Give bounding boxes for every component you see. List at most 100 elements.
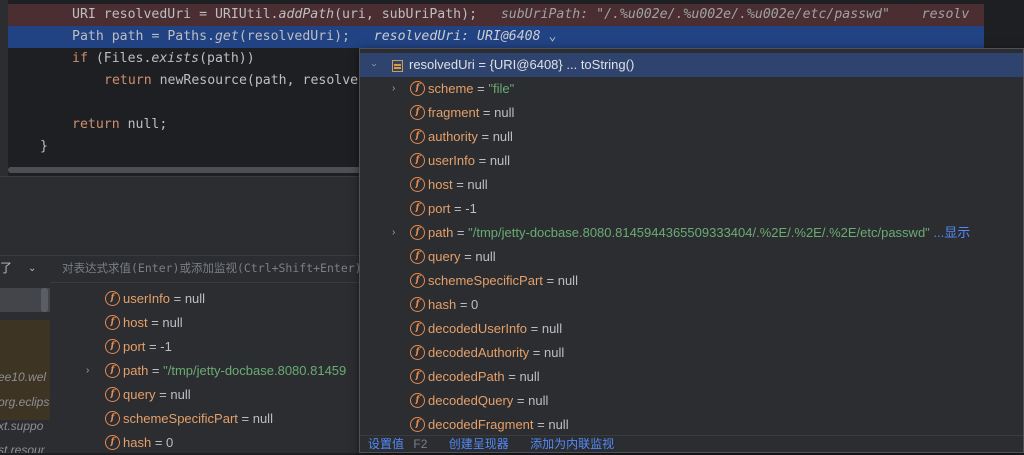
field-icon: f: [105, 435, 120, 450]
class-token: Paths.: [167, 29, 215, 44]
popup-field-row[interactable]: f port = -1: [360, 197, 1023, 221]
chevron-down-icon[interactable]: ›: [362, 63, 386, 66]
field-value: null: [467, 177, 488, 192]
frames-dropdown[interactable]: 了 ⌄: [0, 256, 50, 281]
popup-field-row[interactable]: f fragment = null: [360, 101, 1023, 125]
method-token: exists: [151, 51, 200, 66]
chevron-right-icon[interactable]: ›: [392, 77, 395, 101]
popup-field-row[interactable]: › f path = "/tmp/jetty-docbase.8080.814594…: [360, 221, 1023, 245]
var-token: resolvedUri: [103, 7, 192, 22]
field-name: port: [428, 201, 451, 216]
field-value: null: [475, 249, 496, 264]
value-inspector-popup[interactable]: › resolvedUri = {URI@6408} ... toString(…: [359, 48, 1024, 453]
field-icon: f: [410, 249, 425, 264]
frame-item[interactable]: org.eclips: [0, 395, 49, 409]
frames-list[interactable]: ee10.wel org.eclips xt.suppo st.resour: [0, 282, 50, 453]
field-name: decodedFragment: [428, 417, 534, 432]
field-name: path: [428, 225, 454, 240]
popup-field-row[interactable]: f decodedUserInfo = null: [360, 317, 1023, 341]
code-line-path-current[interactable]: Path path = Paths.get(resolvedUri); reso…: [8, 26, 984, 48]
popup-field-row[interactable]: f decodedPath = null: [360, 365, 1023, 389]
field-value: null: [494, 105, 515, 120]
field-icon: f: [410, 369, 425, 384]
field-name: authority: [428, 129, 478, 144]
var-value: null: [252, 411, 273, 426]
popup-field-row[interactable]: f hash = 0: [360, 293, 1023, 317]
code-token: (Files.: [95, 51, 152, 66]
keyword-token: if: [72, 51, 88, 66]
popup-field-row[interactable]: f decodedFragment = null: [360, 413, 1023, 437]
inline-value-hint[interactable]: resolvedUri: URI@6408: [374, 29, 541, 44]
class-token: URIUtil.: [214, 7, 279, 22]
field-op: =: [533, 417, 549, 432]
chevron-down-icon: ⌄: [28, 263, 37, 274]
popup-field-row[interactable]: f schemeSpecificPart = null: [360, 269, 1023, 293]
field-name: query: [428, 249, 461, 264]
type-token: URI: [72, 7, 96, 22]
var-op: =: [147, 315, 163, 330]
method-token: addPath: [278, 7, 335, 22]
popup-field-row[interactable]: › f scheme = "file": [360, 77, 1023, 101]
inline-hint-name: subUriPath:: [500, 7, 589, 22]
popup-field-row[interactable]: f decodedQuery = null: [360, 389, 1023, 413]
field-name: schemeSpecificPart: [428, 273, 543, 288]
field-name: decodedUserInfo: [428, 321, 528, 336]
field-value: -1: [465, 201, 477, 216]
var-op: =: [237, 411, 253, 426]
field-icon: f: [105, 363, 120, 378]
field-name: scheme: [428, 81, 474, 96]
field-op: =: [450, 201, 466, 216]
popup-field-row[interactable]: f userInfo = null: [360, 149, 1023, 173]
popup-field-row[interactable]: f query = null: [360, 245, 1023, 269]
field-icon: f: [410, 201, 425, 216]
field-icon: f: [410, 225, 425, 240]
add-inline-watch-link[interactable]: 添加为内联监视: [530, 437, 614, 451]
chevron-down-icon[interactable]: ⌄: [548, 29, 556, 44]
field-icon: f: [105, 387, 120, 402]
code-token: (path)): [199, 51, 255, 66]
frame-item[interactable]: ee10.wel: [0, 370, 46, 384]
popup-field-row[interactable]: f authority = null: [360, 125, 1023, 149]
frame-item[interactable]: st.resour: [0, 443, 45, 453]
var-value: null: [184, 291, 206, 306]
create-renderer-link[interactable]: 创建呈现器: [449, 437, 509, 451]
set-value-link[interactable]: 设置值: [368, 437, 404, 451]
field-op: =: [527, 321, 542, 336]
var-op: =: [151, 435, 167, 450]
frame-item[interactable]: xt.suppo: [0, 419, 43, 433]
args-token: (uri, subUriPath);: [334, 7, 478, 22]
chevron-right-icon[interactable]: ›: [392, 221, 395, 245]
popup-field-row[interactable]: f decodedAuthority = null: [360, 341, 1023, 365]
var-name: schemeSpecificPart: [123, 411, 238, 426]
field-icon: f: [410, 153, 425, 168]
chevron-right-icon[interactable]: ›: [86, 359, 89, 383]
field-value: null: [492, 129, 513, 144]
var-op: =: [169, 291, 185, 306]
code-line-return-resource[interactable]: return newResource(path, resolve: [8, 70, 358, 92]
popup-root-row[interactable]: › resolvedUri = {URI@6408} ... toString(…: [360, 53, 1023, 77]
field-value: null: [544, 345, 565, 360]
args-token: (resolvedUri);: [238, 29, 350, 44]
show-more-link[interactable]: ...显示: [930, 225, 970, 240]
code-line-if[interactable]: if (Files.exists(path)): [8, 48, 255, 70]
code-line-resolved-uri[interactable]: URI resolvedUri = URIUtil.addPath(uri, s…: [8, 4, 984, 26]
field-name: decodedPath: [428, 369, 505, 384]
var-value: 0: [166, 435, 174, 450]
inline-hint-tail: resolv: [921, 7, 970, 22]
field-value: null: [528, 393, 549, 408]
code-token: null;: [127, 117, 168, 132]
root-var-value[interactable]: = {URI@6408} ... toString(): [475, 57, 634, 72]
code-line-return-null[interactable]: return null;: [8, 114, 167, 136]
field-value: null: [489, 153, 511, 168]
var-op: =: [145, 339, 161, 354]
keyword-token: return: [72, 117, 120, 132]
code-line-brace[interactable]: }: [8, 136, 48, 158]
field-icon: f: [410, 321, 425, 336]
field-value: null: [519, 369, 540, 384]
evaluate-expression-input[interactable]: 对表达式求值(Enter)或添加监视(Ctrl+Shift+Enter): [52, 256, 360, 281]
popup-field-row[interactable]: f host = null: [360, 173, 1023, 197]
var-token: path: [111, 29, 144, 44]
frames-scrollbar[interactable]: [41, 288, 48, 312]
field-op: =: [456, 297, 472, 312]
type-token: Path: [72, 29, 104, 44]
